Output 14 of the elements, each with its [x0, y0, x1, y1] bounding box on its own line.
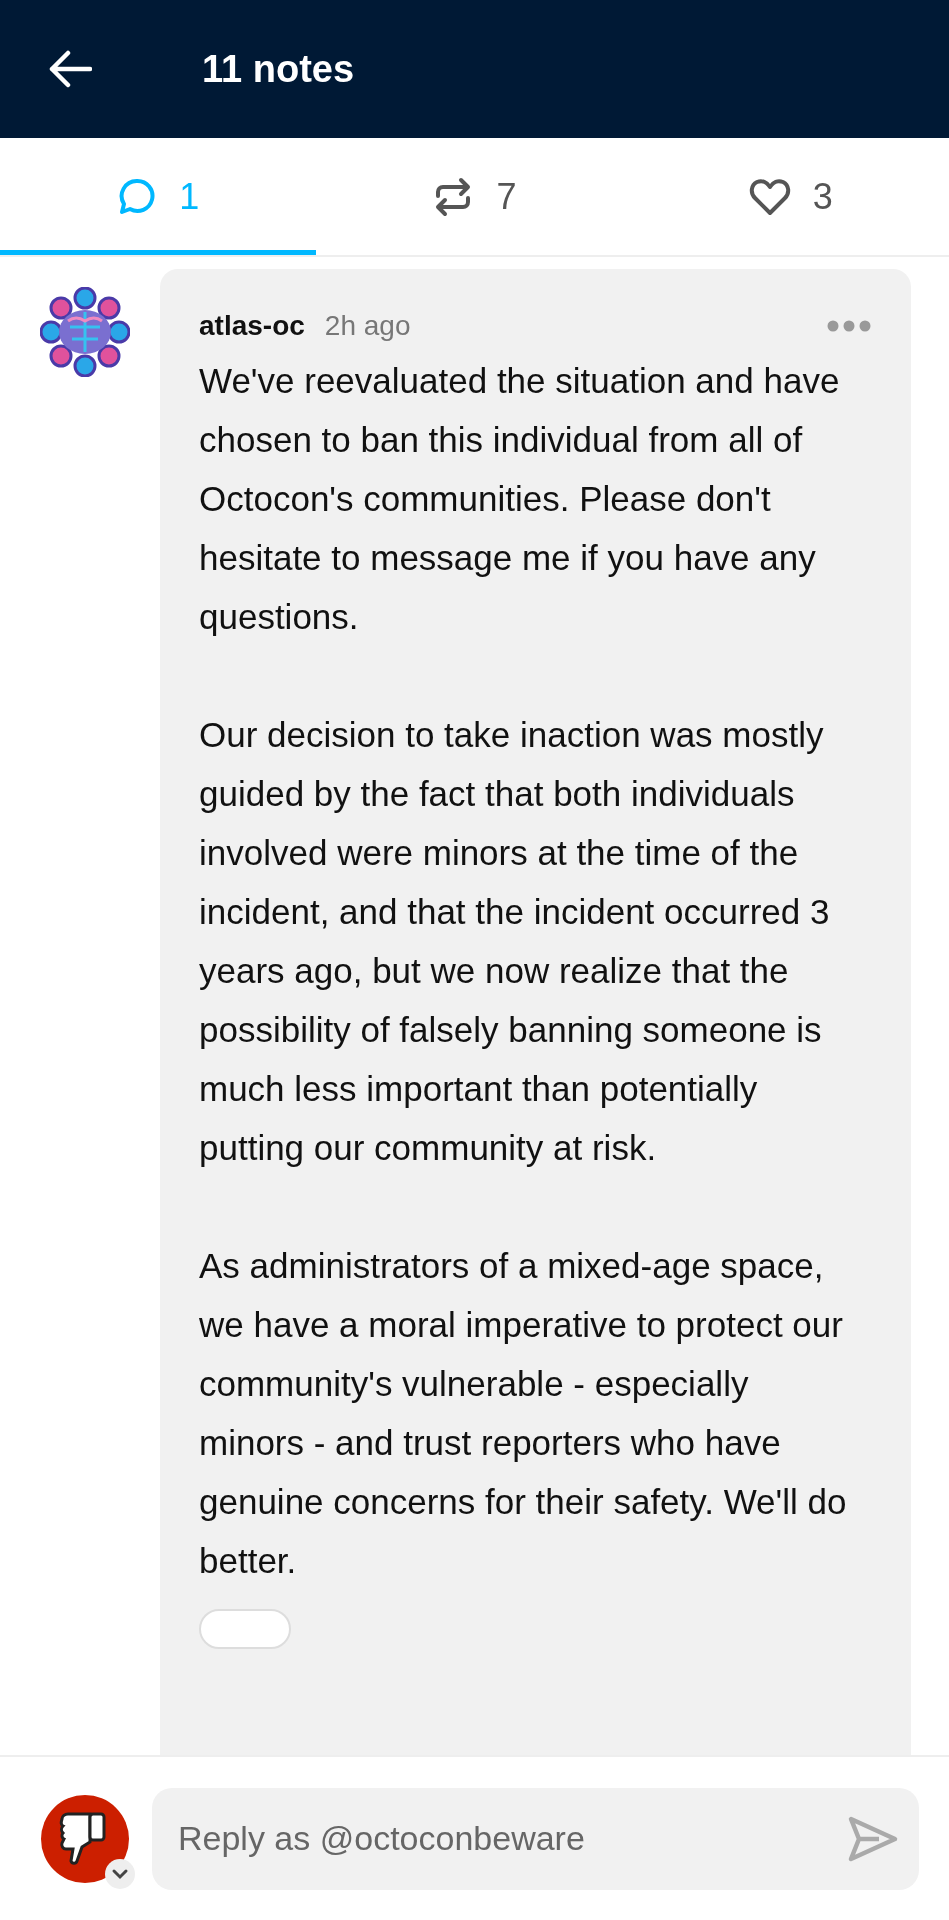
chevron-down-icon[interactable]	[104, 1857, 136, 1890]
heart-icon	[748, 176, 791, 217]
comment-paragraph: Our decision to take inaction was mostly guided by the fact that both individuals involved were minors at the time of the incident, and that the incident occurred 3 years ago, but we now realize that the possibility of falsely banning someone is much less important than potentially putting our community at risk.	[199, 714, 831, 1169]
page-title: 11 notes	[202, 46, 355, 92]
tab[interactable]: 7	[316, 138, 633, 255]
comment-paragraph: As administrators of a mixed-age space, we have a moral imperative to protect our community's vulnerable - especially minors - and trust reporters who have genuine concerns for their safety. We'll do better.	[199, 1245, 848, 1582]
back-arrow-icon[interactable]	[48, 49, 92, 89]
username[interactable]: atlas-oc	[199, 305, 305, 347]
tab[interactable]: 3	[632, 138, 949, 255]
reply-field[interactable]: Reply as @octoconbeware	[152, 1787, 919, 1890]
comment-paragraph: We've reevaluated the situation and have chosen to ban this individual from all of Octocon's communities. Please don't hesitate to message me if you have any questions.	[199, 360, 841, 638]
avatar[interactable]	[40, 287, 130, 377]
timestamp: 2h ago	[324, 309, 411, 343]
user-avatar[interactable]	[40, 1793, 130, 1884]
